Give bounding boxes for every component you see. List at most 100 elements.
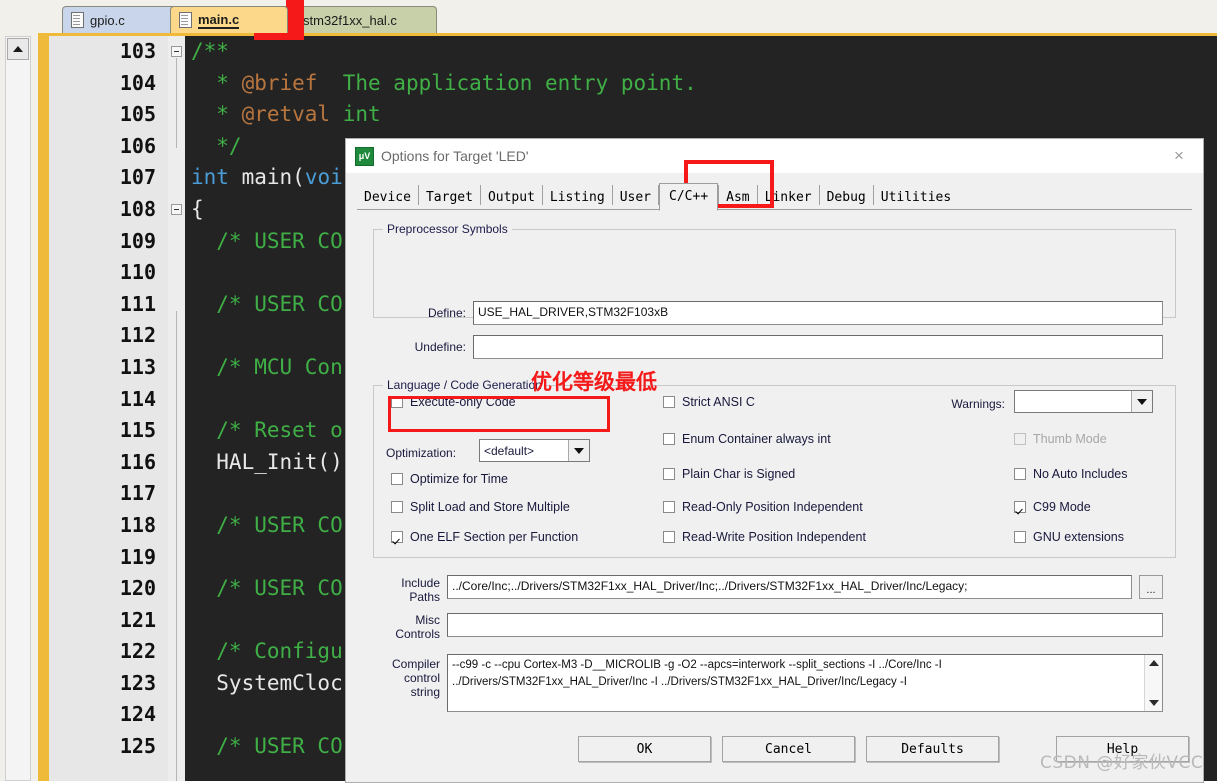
- optimization-dropdown[interactable]: <default>: [479, 439, 590, 462]
- code-line: * @brief The application entry point.: [185, 68, 1217, 100]
- line-number: 103: [119, 39, 156, 63]
- fold-cell: [168, 257, 185, 289]
- dialog-tab-user[interactable]: User: [613, 186, 658, 210]
- scroll-up-button[interactable]: [7, 38, 29, 60]
- line-number: 104: [119, 70, 156, 95]
- options-for-target-dialog: μV Options for Target 'LED' × Device Targ…: [345, 138, 1204, 783]
- checkbox-label: Read-Only Position Independent: [682, 500, 863, 514]
- code-token: (: [292, 165, 305, 190]
- line-number: 109: [119, 228, 156, 253]
- checkbox-read-only-position-independent[interactable]: Read-Only Position Independent: [663, 500, 863, 514]
- code-token: */: [191, 133, 242, 158]
- fold-cell: [168, 226, 185, 258]
- checkbox-gnu-extensions[interactable]: GNU extensions: [1014, 530, 1124, 544]
- code-token: int: [330, 102, 381, 127]
- close-icon[interactable]: ×: [1155, 139, 1203, 173]
- define-input[interactable]: USE_HAL_DRIVER,STM32F103xB: [473, 301, 1163, 325]
- code-token: /* Configu: [191, 639, 343, 664]
- compiler-control-string-textarea[interactable]: --c99 -c --cpu Cortex-M3 -D__MICROLIB -g…: [447, 654, 1163, 712]
- dialog-tab-underline: [357, 209, 1192, 210]
- checkbox-box: [1014, 468, 1026, 480]
- editor-change-bar: [38, 36, 49, 781]
- checkbox-c99-mode[interactable]: C99 Mode: [1014, 500, 1091, 514]
- checkbox-box: [663, 501, 675, 513]
- fold-cell[interactable]: [168, 194, 185, 226]
- tab-gpio-c[interactable]: gpio.c: [62, 6, 186, 33]
- undefine-input[interactable]: [473, 335, 1163, 359]
- fold-connector: [176, 58, 177, 148]
- checkbox-label: Read-Write Position Independent: [682, 530, 866, 544]
- tab-main-c[interactable]: main.c: [170, 6, 288, 33]
- line-number: 113: [119, 354, 156, 379]
- checkbox-label: Optimize for Time: [410, 472, 508, 486]
- defaults-button[interactable]: Defaults: [866, 736, 999, 762]
- code-token: /* USER CO: [191, 228, 343, 253]
- line-number: 125: [119, 734, 156, 759]
- dialog-tab-listing[interactable]: Listing: [543, 186, 612, 210]
- dialog-tab-c-c[interactable]: C/C++: [659, 183, 719, 211]
- checkbox-label: Plain Char is Signed: [682, 467, 796, 481]
- chevron-down-icon[interactable]: [1131, 391, 1152, 412]
- checkbox-strict-ansi-c[interactable]: Strict ANSI C: [663, 395, 755, 409]
- line-number: 110: [119, 260, 156, 285]
- line-number: 122: [119, 639, 156, 664]
- line-number: 112: [119, 323, 156, 348]
- dialog-tab-utilities[interactable]: Utilities: [874, 186, 958, 210]
- code-token: /**: [191, 39, 229, 63]
- keil-uvision-icon: μV: [355, 146, 374, 166]
- code-token: /* Reset o: [191, 418, 343, 443]
- ok-button[interactable]: OK: [578, 736, 711, 762]
- checkbox-plain-char-is-signed[interactable]: Plain Char is Signed: [663, 467, 795, 481]
- line-number: 121: [119, 607, 156, 632]
- code-token: @retval: [241, 102, 331, 127]
- tab-label: gpio.c: [90, 12, 125, 28]
- fold-collapse-icon[interactable]: [171, 203, 182, 215]
- dialog-tab-device[interactable]: Device: [357, 186, 418, 210]
- code-token: /* USER CO: [191, 576, 343, 601]
- line-number: 124: [119, 702, 156, 727]
- compiler-control-string-line2: ../Drivers/STM32F1xx_HAL_Driver/Inc -I .…: [452, 676, 908, 688]
- editor-vertical-scrollbar[interactable]: [5, 36, 31, 781]
- preprocessor-symbols-label: Preprocessor Symbols: [383, 222, 512, 236]
- checkbox-enum-container-always-int[interactable]: Enum Container always int: [663, 432, 831, 446]
- checkbox-read-write-position-independent[interactable]: Read-Write Position Independent: [663, 530, 866, 544]
- triangle-down-icon[interactable]: [1149, 700, 1159, 706]
- misc-controls-input[interactable]: [447, 613, 1163, 637]
- dialog-tab-target[interactable]: Target: [419, 186, 480, 210]
- checkbox-optimize-for-time[interactable]: Optimize for Time: [391, 472, 508, 486]
- dialog-tab-debug[interactable]: Debug: [820, 186, 873, 210]
- dialog-tab-bar[interactable]: Device Target Output Listing User C/C++ Asm Lin…: [357, 178, 1192, 211]
- undefine-label: Undefine:: [414, 340, 466, 354]
- editor-splitter: [31, 36, 38, 781]
- warnings-dropdown[interactable]: [1014, 390, 1153, 413]
- include-paths-input[interactable]: ../Core/Inc;../Drivers/STM32F1xx_HAL_Dri…: [447, 575, 1132, 599]
- optimization-value: <default>: [484, 443, 535, 458]
- checkbox-split-load-and-store-multiple[interactable]: Split Load and Store Multiple: [391, 500, 570, 514]
- triangle-up-icon[interactable]: [1149, 660, 1159, 666]
- line-number: 115: [119, 418, 156, 443]
- cancel-button[interactable]: Cancel: [722, 736, 855, 762]
- compiler-string-scrollbar[interactable]: [1144, 655, 1162, 711]
- line-number: 118: [119, 512, 156, 537]
- screenshot-root: x gpio.c main.c stm32f1xx_hal.c 10310410…: [0, 0, 1217, 783]
- checkbox-no-auto-includes[interactable]: No Auto Includes: [1014, 467, 1128, 481]
- editor-fold-column[interactable]: [168, 36, 185, 781]
- checkbox-one-elf-section-per-function[interactable]: One ELF Section per Function: [391, 530, 578, 544]
- line-number: 106: [119, 133, 156, 158]
- fold-collapse-icon[interactable]: [171, 46, 182, 57]
- checkbox-box: [663, 468, 675, 480]
- code-token: /* MCU Con: [191, 354, 343, 379]
- checkbox-thumb-mode: Thumb Mode: [1014, 432, 1107, 446]
- checkbox-label: Split Load and Store Multiple: [410, 500, 570, 514]
- include-paths-browse-button[interactable]: ...: [1139, 575, 1163, 599]
- line-number: 119: [119, 544, 156, 569]
- chevron-down-icon[interactable]: [568, 440, 589, 461]
- code-token: int: [191, 165, 229, 190]
- document-icon: [71, 12, 84, 28]
- line-number: 116: [119, 449, 156, 474]
- code-token: *: [191, 70, 242, 95]
- fold-cell: [168, 162, 185, 194]
- optimization-label: Optimization:: [386, 446, 457, 460]
- dialog-tab-output[interactable]: Output: [481, 186, 542, 210]
